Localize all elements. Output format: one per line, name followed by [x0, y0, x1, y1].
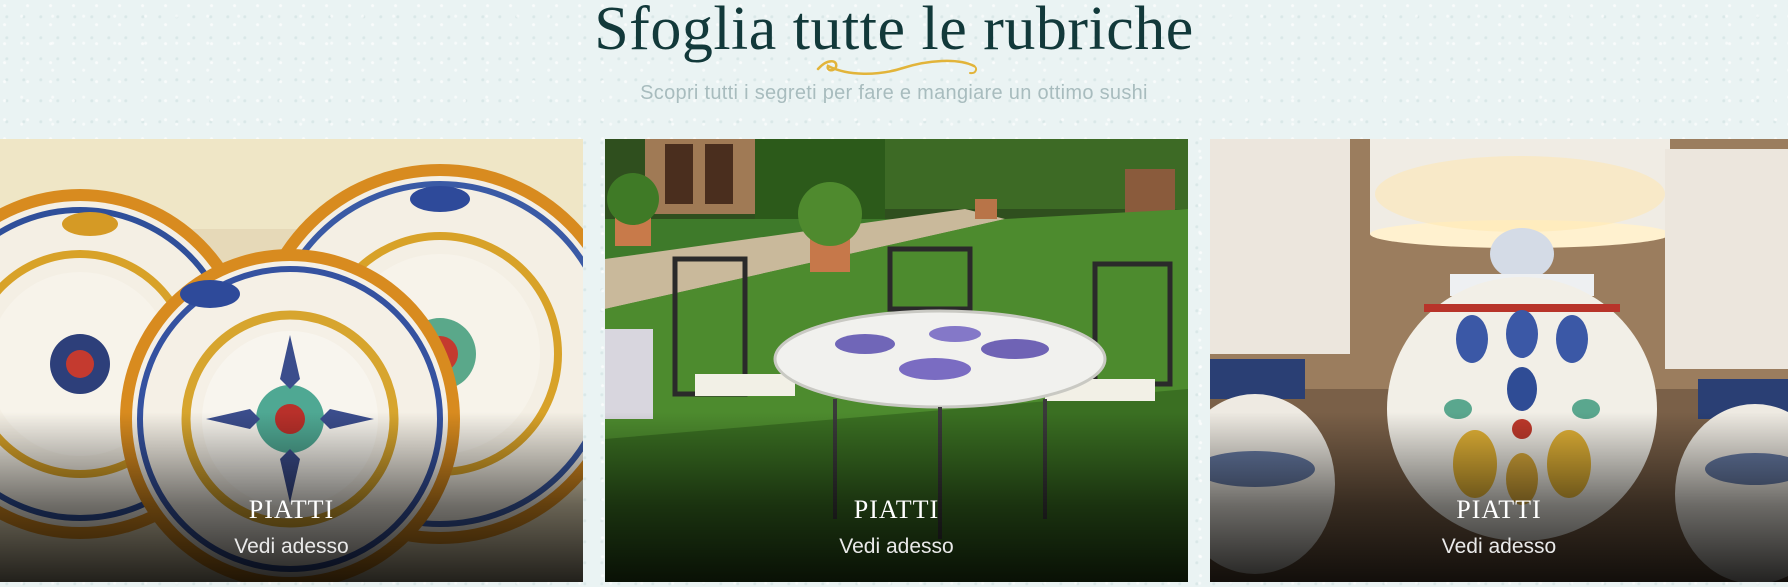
category-card-lamps[interactable]: PIATTI Vedi adesso [1210, 139, 1788, 582]
card-title: PIATTI [853, 495, 940, 524]
see-now-link[interactable]: Vedi adesso [1210, 535, 1788, 559]
card-title: PIATTI [248, 495, 335, 524]
card-title: PIATTI [1456, 495, 1542, 524]
category-card-garden-table[interactable]: PIATTI Vedi adesso [605, 139, 1188, 582]
decorative-swirl-icon [816, 59, 978, 76]
see-now-link[interactable]: Vedi adesso [605, 535, 1188, 559]
category-cards: PIATTI Vedi adesso PIATTI Vedi adesso PI… [0, 139, 1788, 582]
category-card-plates[interactable]: PIATTI Vedi adesso [0, 139, 583, 582]
see-now-link[interactable]: Vedi adesso [0, 535, 583, 559]
section-header: Sfoglia tutte le rubriche Scopri tutti i… [0, 0, 1788, 130]
page-subtitle: Scopri tutti i segreti per fare e mangia… [640, 82, 1148, 104]
